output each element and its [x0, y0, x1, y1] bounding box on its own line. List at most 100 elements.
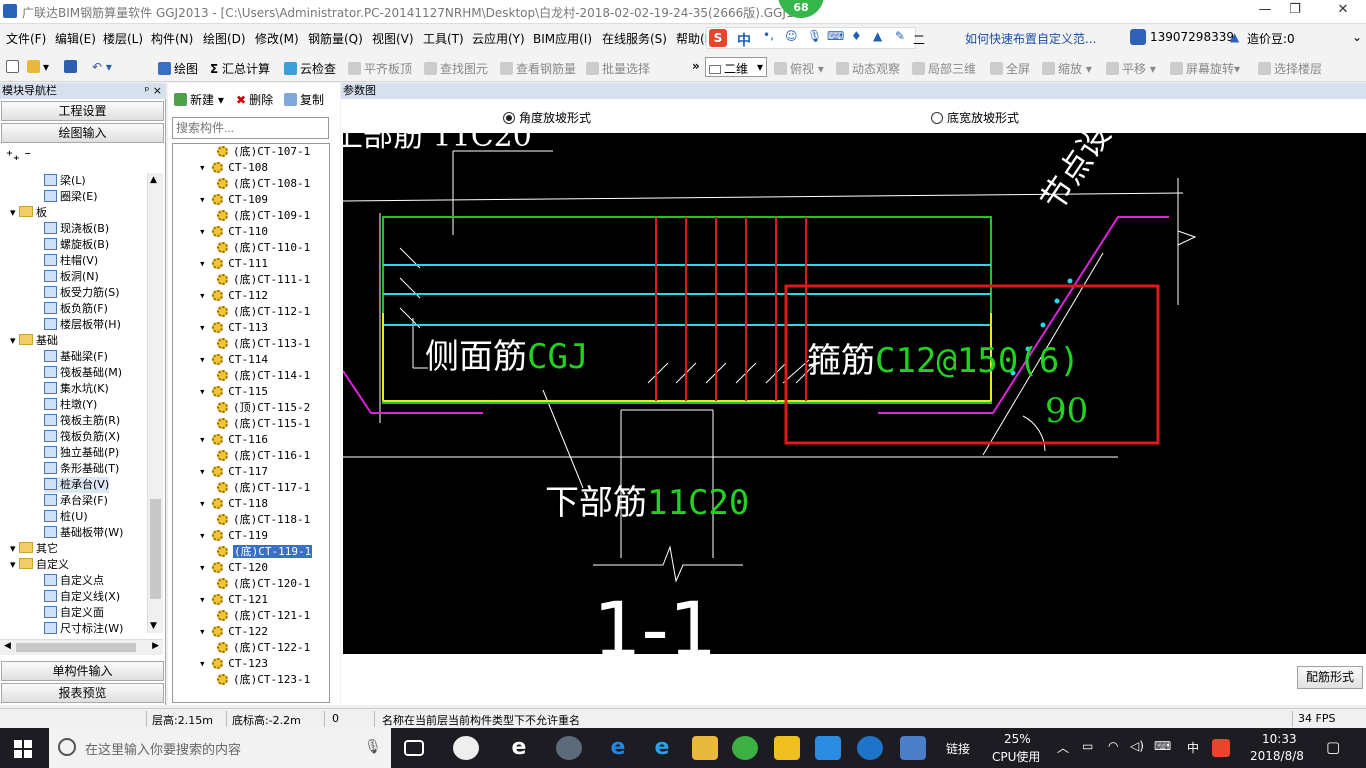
- nav-tree-item[interactable]: 基础梁(F): [44, 349, 108, 365]
- menu-item[interactable]: BIM应用(I): [533, 30, 592, 47]
- windows-start-icon[interactable]: [14, 740, 32, 758]
- tray-keyboard-icon[interactable]: ⌨: [1154, 739, 1171, 753]
- component-tree-item[interactable]: ▾ CT-113: [199, 320, 268, 336]
- nav-tree-item[interactable]: 柱墩(Y): [44, 397, 97, 413]
- select-floor-button[interactable]: 选择楼层: [1258, 60, 1322, 77]
- expand-arrow-icon[interactable]: ▾: [199, 385, 212, 398]
- expand-all-icon[interactable]: ⁺₊ ⁻: [6, 149, 31, 164]
- open-folder-icon[interactable]: ▾: [27, 60, 49, 74]
- app-blue-icon[interactable]: [815, 736, 841, 760]
- nav-tree-item[interactable]: 自定义面: [44, 605, 104, 621]
- nav-tree-item[interactable]: 楼层板带(H): [44, 317, 121, 333]
- glodon-icon[interactable]: [857, 736, 883, 760]
- project-settings-button[interactable]: 工程设置: [1, 101, 164, 121]
- task-view-icon[interactable]: [404, 740, 424, 756]
- edge-legacy-icon[interactable]: e: [506, 736, 532, 760]
- pin-close-icon[interactable]: ᵖ ×: [145, 83, 162, 99]
- mic-icon[interactable]: 🎙: [807, 29, 822, 43]
- punct-icon[interactable]: •,: [763, 28, 774, 42]
- menu-item[interactable]: 楼层(L): [103, 30, 143, 47]
- angle-value[interactable]: 90: [1045, 391, 1088, 431]
- undo-icon[interactable]: ↶ ▾: [92, 60, 112, 74]
- pan-button[interactable]: 平移 ▾: [1106, 60, 1156, 77]
- nav-tree-item[interactable]: 梁(L): [44, 173, 86, 189]
- menu-item[interactable]: 修改(M): [255, 30, 299, 47]
- app-tool-icon[interactable]: [900, 736, 926, 760]
- component-tree-item[interactable]: (底)CT-117-1: [217, 480, 310, 496]
- component-search-input[interactable]: [172, 117, 329, 139]
- emoji-icon[interactable]: ☺: [785, 29, 798, 43]
- tray-sogou-icon[interactable]: [1212, 739, 1230, 757]
- component-tree-item[interactable]: ▾ CT-119: [199, 528, 268, 544]
- nav-tree-item[interactable]: 圈梁(E): [44, 189, 98, 205]
- help-link[interactable]: 如何快速布置自定义范...: [965, 30, 1096, 47]
- nav-tree-item[interactable]: 板洞(N): [44, 269, 99, 285]
- component-tree-item[interactable]: ▾ CT-123: [199, 656, 268, 672]
- component-tree-item[interactable]: (底)CT-118-1: [217, 512, 310, 528]
- menu-item[interactable]: 构件(N): [151, 30, 193, 47]
- new-file-icon[interactable]: [6, 60, 22, 74]
- expand-arrow-icon[interactable]: ▾: [10, 542, 19, 555]
- nav-tree-item[interactable]: 集水坑(K): [44, 381, 109, 397]
- batch-select-button[interactable]: 批量选择: [586, 60, 650, 77]
- rebar-form-button[interactable]: 配筋形式: [1297, 666, 1363, 689]
- component-tree-item[interactable]: (底)CT-113-1: [217, 336, 310, 352]
- nav-tree-item[interactable]: 螺旋板(B): [44, 237, 109, 253]
- component-tree-item[interactable]: ▾ CT-122: [199, 624, 268, 640]
- menu-item[interactable]: 工具(T): [423, 30, 464, 47]
- component-tree-item[interactable]: ▾ CT-109: [199, 192, 268, 208]
- taskbar-link[interactable]: 链接: [946, 740, 970, 757]
- file-explorer-icon[interactable]: [692, 736, 718, 760]
- expand-arrow-icon[interactable]: ▾: [199, 161, 212, 174]
- component-tree-item[interactable]: (底)CT-116-1: [217, 448, 310, 464]
- clock-date[interactable]: 2018/8/8: [1250, 749, 1304, 763]
- ime-lang[interactable]: 中: [737, 30, 751, 50]
- nav-tree-item[interactable]: 承台梁(F): [44, 493, 108, 509]
- app-swirl-icon[interactable]: [556, 736, 582, 760]
- nav-tree-item[interactable]: ▾ 板: [10, 205, 47, 221]
- cloud-check-button[interactable]: 云检查: [284, 60, 336, 77]
- nav-tree-item[interactable]: 条形基础(T): [44, 461, 119, 477]
- expand-arrow-icon[interactable]: ▾: [199, 561, 212, 574]
- view-rebar-button[interactable]: 查看钢筋量: [500, 60, 576, 77]
- component-tree-item[interactable]: ▾ CT-120: [199, 560, 268, 576]
- expand-arrow-icon[interactable]: ▾: [199, 321, 212, 334]
- component-tree-item[interactable]: ▾ CT-118: [199, 496, 268, 512]
- flat-top-button[interactable]: 平齐板顶: [348, 60, 412, 77]
- component-tree-item[interactable]: (底)CT-115-1: [217, 416, 310, 432]
- component-tree-item[interactable]: ▾ CT-116: [199, 432, 268, 448]
- expand-arrow-icon[interactable]: ▾: [10, 558, 19, 571]
- skin-icon[interactable]: ♦: [851, 29, 862, 43]
- view-mode-select[interactable]: 二维 ▾: [705, 57, 767, 77]
- wrench-icon[interactable]: ✎: [895, 29, 905, 43]
- notification-icon[interactable]: ▢: [1326, 738, 1340, 756]
- expand-arrow-icon[interactable]: ▾: [199, 593, 212, 606]
- chevron-down-icon[interactable]: ⌄: [1352, 30, 1362, 44]
- restore-button[interactable]: ❐: [1280, 2, 1310, 22]
- component-tree-item[interactable]: (底)CT-112-1: [217, 304, 310, 320]
- nav-tree-item[interactable]: 桩(U): [44, 509, 88, 525]
- component-tree-item[interactable]: (底)CT-107-1: [217, 144, 310, 160]
- ime-toolbar[interactable]: S 中 •, ☺ 🎙 ⌨ ♦ ▲ ✎ 二: [706, 27, 925, 50]
- save-icon[interactable]: [64, 60, 80, 74]
- ie-icon[interactable]: e: [649, 736, 675, 760]
- expand-arrow-icon[interactable]: ▾: [199, 529, 212, 542]
- component-tree-item[interactable]: (底)CT-120-1: [217, 576, 310, 592]
- tray-chevron-icon[interactable]: ︿: [1057, 739, 1069, 756]
- keyboard-icon[interactable]: ⌨: [827, 29, 844, 43]
- expand-arrow-icon[interactable]: ▾: [199, 465, 212, 478]
- nav-tree-item[interactable]: 独立基础(P): [44, 445, 119, 461]
- component-tree-item[interactable]: ▾ CT-115: [199, 384, 268, 400]
- toolbar-more[interactable]: »: [692, 59, 700, 73]
- component-tree-item[interactable]: (底)CT-121-1: [217, 608, 310, 624]
- bottom-rebar-label[interactable]: 下部筋11C20: [545, 475, 749, 524]
- mic-search-icon[interactable]: 🎙: [364, 739, 382, 755]
- menu-item[interactable]: 在线服务(S): [602, 30, 667, 47]
- component-tree-item[interactable]: (底)CT-108-1: [217, 176, 310, 192]
- tray-battery-icon[interactable]: ▭: [1082, 739, 1093, 753]
- delete-component-button[interactable]: ✖ 删除: [236, 91, 273, 108]
- nav-tree-item[interactable]: 自定义点: [44, 573, 104, 589]
- copy-component-button[interactable]: 复制: [284, 91, 324, 108]
- component-tree-item[interactable]: ▾ CT-117: [199, 464, 268, 480]
- new-component-button[interactable]: 新建 ▾: [174, 91, 224, 108]
